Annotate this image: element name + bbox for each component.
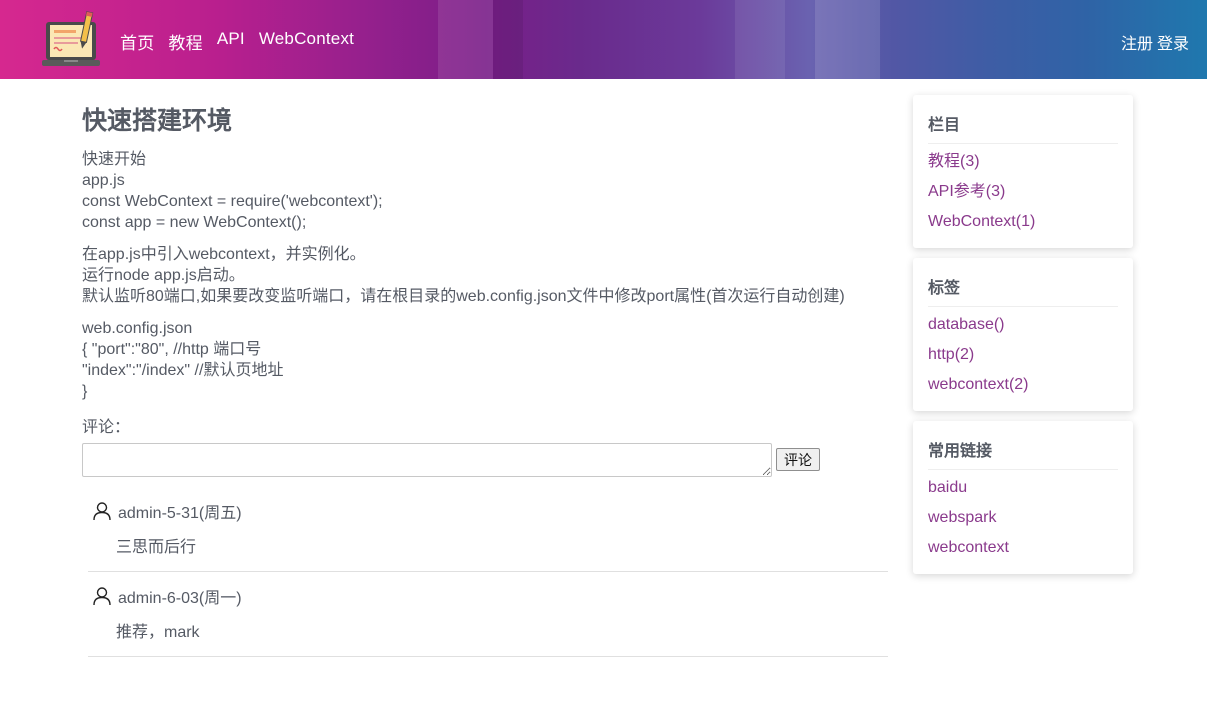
card-title: 栏目 <box>928 111 1118 144</box>
text-line: } <box>82 383 88 400</box>
categories-card: 栏目 教程(3) API参考(3) WebContext(1) <box>913 95 1133 248</box>
comment-header: admin-5-31(周五) <box>92 499 888 523</box>
tag-link[interactable]: webcontext(2) <box>928 373 1118 403</box>
text-line: const WebContext = require('webcontext')… <box>82 193 383 210</box>
category-link[interactable]: API参考(3) <box>928 180 1118 210</box>
auth-links: 注册 登录 <box>1121 30 1189 54</box>
card-title: 常用链接 <box>928 437 1118 470</box>
category-link[interactable]: 教程(3) <box>928 150 1118 180</box>
paragraph: web.config.json { "port":"80", //http 端口… <box>82 318 890 402</box>
user-icon <box>93 587 111 606</box>
register-link[interactable]: 注册 <box>1121 30 1153 54</box>
nav-tutorial[interactable]: 教程 <box>168 29 202 54</box>
text-line: 默认监听80端口,如果要改变监听端口，请在根目录的web.config.json… <box>82 288 845 305</box>
header-stripe <box>438 0 493 79</box>
nav-home[interactable]: 首页 <box>120 29 154 54</box>
comment-text: 推荐，mark <box>116 624 200 641</box>
main-nav: 首页 教程 API WebContext <box>120 29 354 54</box>
comment-form: 评论 <box>82 443 890 477</box>
text-line: web.config.json <box>82 320 193 337</box>
external-link[interactable]: webspark <box>928 506 1118 536</box>
comment-list: admin-5-31(周五) 三思而后行 admin-6-03(周一) 推荐，m… <box>88 491 888 657</box>
tag-link[interactable]: http(2) <box>928 343 1118 373</box>
card-title: 标签 <box>928 274 1118 307</box>
text-line: { "port":"80", //http 端口号 <box>82 341 262 358</box>
header-stripe <box>493 0 523 79</box>
login-link[interactable]: 登录 <box>1157 30 1189 54</box>
user-icon <box>93 502 111 521</box>
text-line: "index":"/index" //默认页地址 <box>82 362 284 379</box>
nav-webcontext[interactable]: WebContext <box>259 29 354 54</box>
text-line: 快速开始 <box>82 151 147 168</box>
nav-api[interactable]: API <box>217 29 245 54</box>
comment-text: 三思而后行 <box>116 539 197 556</box>
comment-submit-button[interactable]: 评论 <box>776 448 820 471</box>
text-line: 运行node app.js启动。 <box>82 267 245 284</box>
tags-card: 标签 database() http(2) webcontext(2) <box>913 258 1133 411</box>
header-stripe <box>815 0 880 79</box>
category-link[interactable]: WebContext(1) <box>928 210 1118 240</box>
sidebar: 栏目 教程(3) API参考(3) WebContext(1) 标签 datab… <box>913 95 1133 584</box>
text-line: app.js <box>82 172 125 189</box>
comment-label: 评论： <box>82 419 131 436</box>
paragraph: 快速开始 app.js const WebContext = require('… <box>82 149 890 233</box>
comment-author: admin-6-03(周一) <box>118 590 242 607</box>
text-line: const app = new WebContext(); <box>82 214 307 231</box>
laptop-notebook-icon[interactable] <box>40 10 102 72</box>
header-stripe <box>735 0 785 79</box>
paragraph: 在app.js中引入webcontext，并实例化。 运行node app.js… <box>82 244 890 307</box>
links-card: 常用链接 baidu webspark webcontext <box>913 421 1133 574</box>
tag-link[interactable]: database() <box>928 313 1118 343</box>
text-line: 在app.js中引入webcontext，并实例化。 <box>82 246 366 263</box>
comment-author: admin-5-31(周五) <box>118 505 242 522</box>
comment-input[interactable] <box>82 443 772 477</box>
article-content: 快速开始 app.js const WebContext = require('… <box>82 149 890 402</box>
comment-header: admin-6-03(周一) <box>92 584 888 608</box>
external-link[interactable]: baidu <box>928 476 1118 506</box>
article-main: 快速搭建环境 快速开始 app.js const WebContext = re… <box>82 79 890 657</box>
comment-item: admin-5-31(周五) 三思而后行 <box>88 491 888 572</box>
page-title: 快速搭建环境 <box>82 107 233 135</box>
site-header: 首页 教程 API WebContext 注册 登录 <box>0 0 1207 79</box>
external-link[interactable]: webcontext <box>928 536 1118 566</box>
comment-item: admin-6-03(周一) 推荐，mark <box>88 572 888 657</box>
